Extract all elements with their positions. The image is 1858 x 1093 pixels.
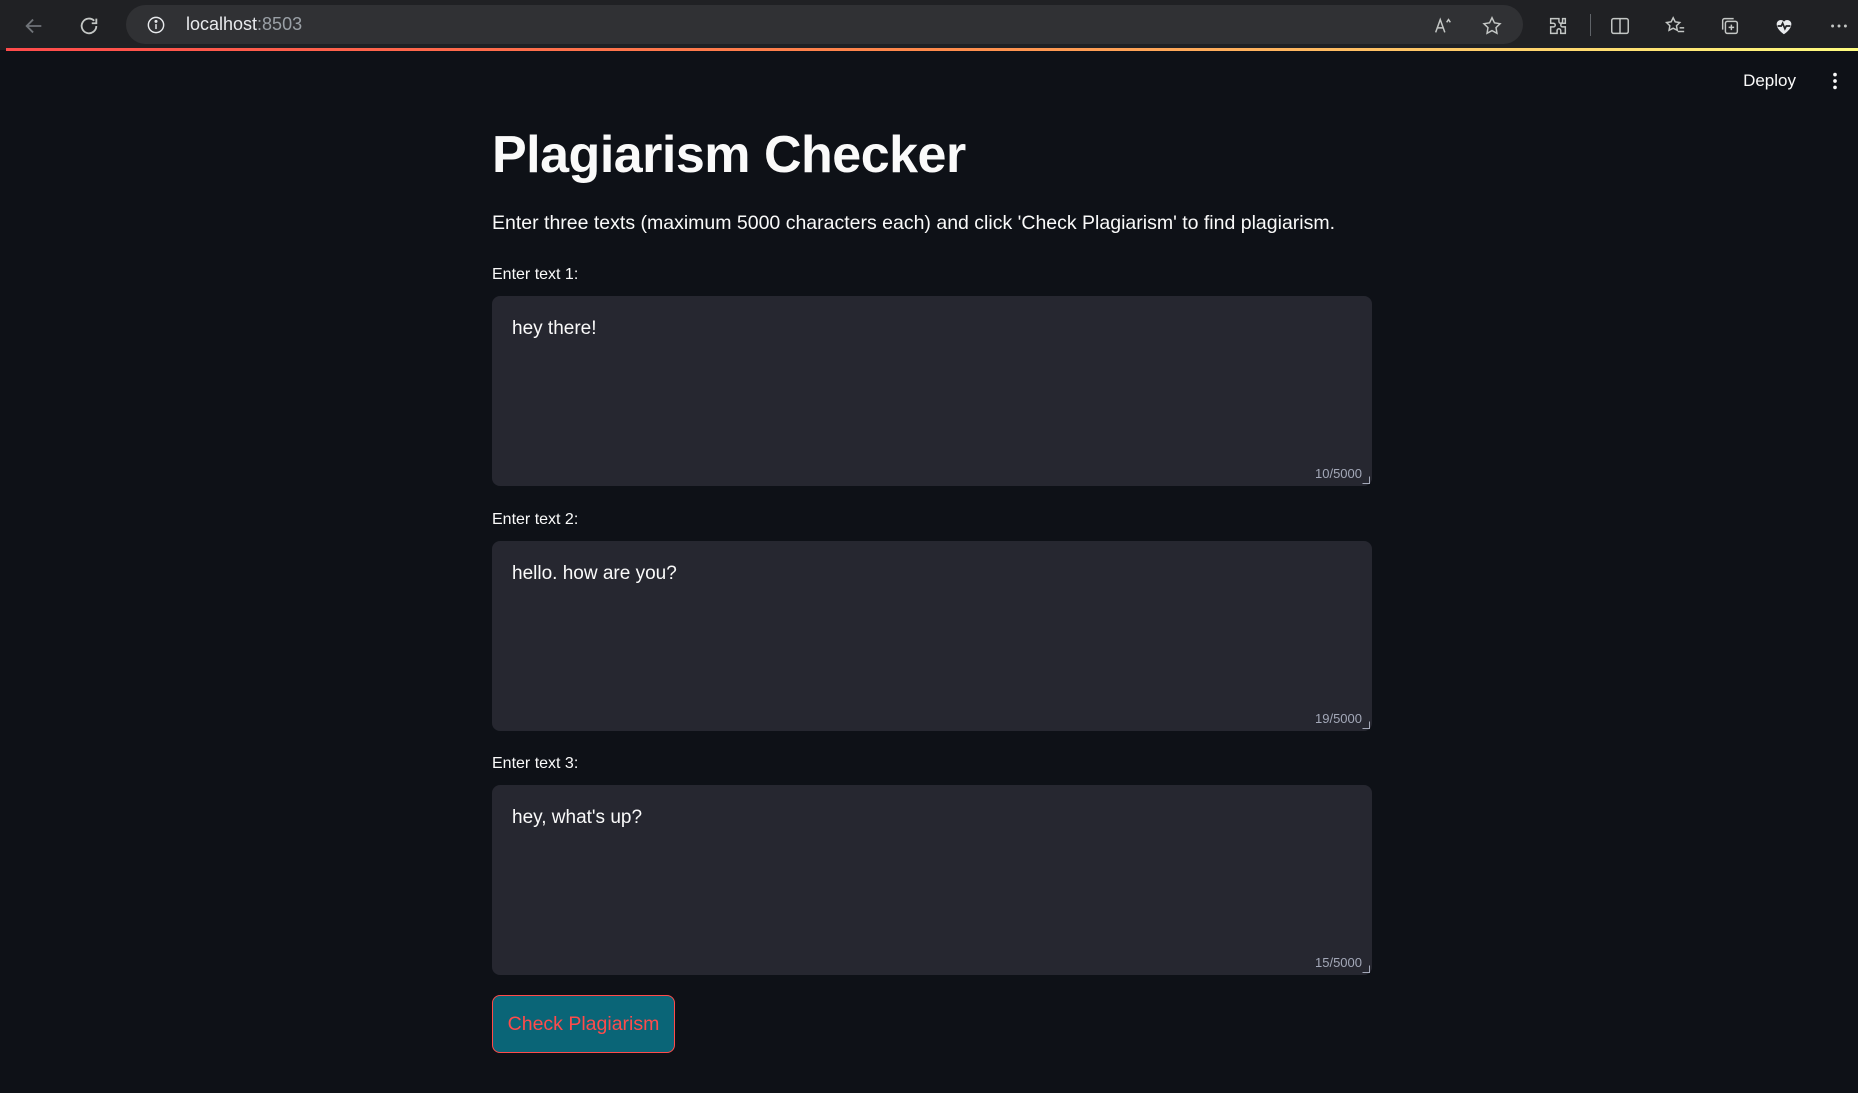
url-host: localhost bbox=[186, 14, 258, 34]
text-3-label: Enter text 3: bbox=[492, 755, 579, 772]
extensions-icon[interactable] bbox=[1541, 9, 1575, 43]
check-plagiarism-button[interactable]: Check Plagiarism bbox=[492, 995, 675, 1053]
page-description: Enter three texts (maximum 5000 characte… bbox=[492, 212, 1336, 234]
text-1-input[interactable] bbox=[492, 296, 1372, 486]
deploy-button[interactable]: Deploy bbox=[1735, 66, 1804, 96]
browser-essentials-icon[interactable] bbox=[1767, 9, 1801, 43]
text-2-char-counter: 19/5000 bbox=[1315, 711, 1362, 726]
browser-toolbar: localhost:8503 bbox=[0, 0, 1858, 50]
refresh-icon[interactable] bbox=[72, 9, 106, 43]
text-2-label: Enter text 2: bbox=[492, 511, 579, 528]
text-1-area: 10/5000 bbox=[492, 296, 1372, 486]
text-2-input[interactable] bbox=[492, 541, 1372, 731]
more-icon[interactable] bbox=[1822, 9, 1856, 43]
read-aloud-icon[interactable] bbox=[1426, 9, 1460, 43]
text-2-area: 19/5000 bbox=[492, 541, 1372, 731]
text-1-label: Enter text 1: bbox=[492, 266, 579, 283]
text-1-char-counter: 10/5000 bbox=[1315, 466, 1362, 481]
favorites-icon[interactable] bbox=[1658, 9, 1692, 43]
url-text: localhost:8503 bbox=[186, 5, 302, 44]
back-icon[interactable] bbox=[17, 9, 51, 43]
page-title: Plagiarism Checker bbox=[492, 126, 966, 184]
text-3-input[interactable] bbox=[492, 785, 1372, 975]
favorite-star-icon[interactable] bbox=[1475, 9, 1509, 43]
url-port: :8503 bbox=[257, 14, 303, 34]
split-screen-icon[interactable] bbox=[1603, 9, 1637, 43]
text-3-char-counter: 15/5000 bbox=[1315, 955, 1362, 970]
address-bar[interactable]: localhost:8503 bbox=[126, 5, 1523, 44]
text-3-area: 15/5000 bbox=[492, 785, 1372, 975]
toolbar-separator bbox=[1590, 14, 1591, 36]
main-menu-icon[interactable] bbox=[1820, 66, 1850, 96]
collections-icon[interactable] bbox=[1713, 9, 1747, 43]
info-icon[interactable] bbox=[147, 16, 165, 34]
streamlit-app: Deploy Plagiarism Checker Enter three te… bbox=[6, 51, 1858, 1093]
